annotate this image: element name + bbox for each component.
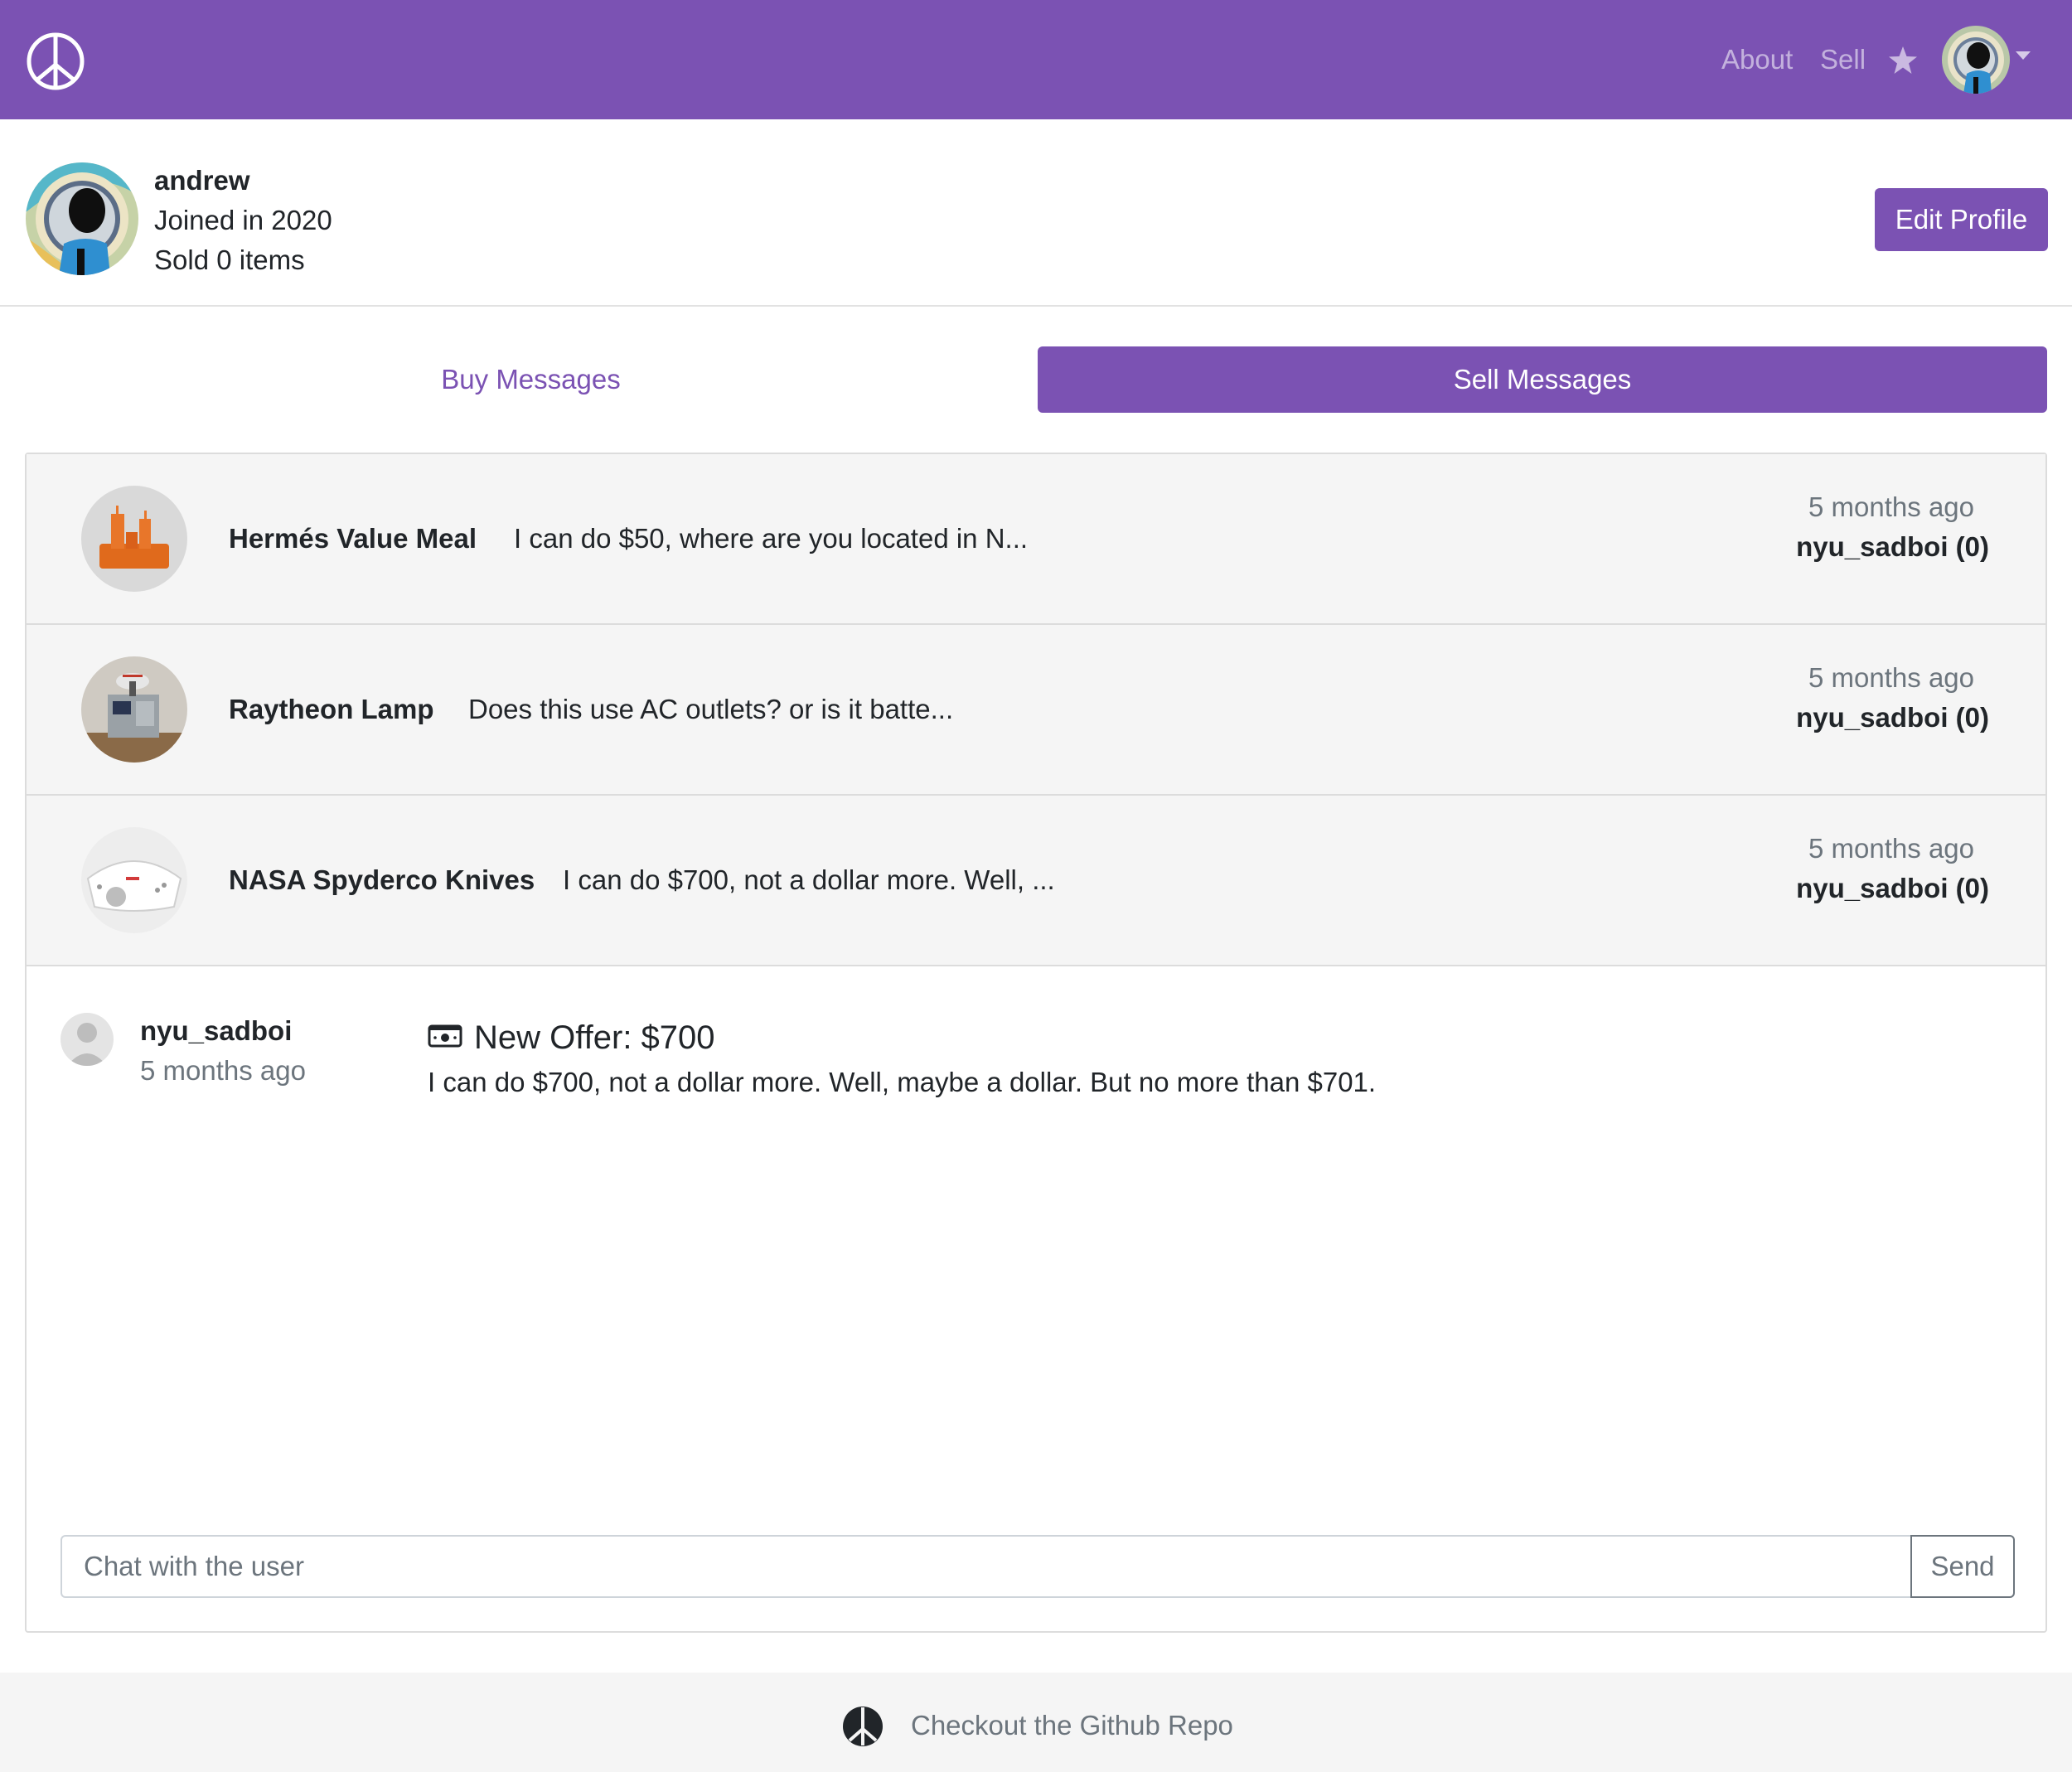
tab-buy-messages[interactable]: Buy Messages (26, 346, 1036, 413)
money-bill-icon (428, 1024, 462, 1048)
message-sender: nyu_sadboi (140, 1015, 293, 1046)
profile-joined: Joined in 2020 (154, 205, 332, 235)
conversation-item[interactable]: Raytheon Lamp Does this use AC outlets? … (27, 625, 2045, 796)
nav-link-sell[interactable]: Sell (1820, 43, 1866, 76)
offer-title: New Offer: $700 (474, 1019, 715, 1056)
profile-header: andrew Joined in 2020 Sold 0 items Edit … (0, 119, 2072, 307)
conversation-time: 5 months ago (1808, 662, 1974, 693)
send-button[interactable]: Send (1910, 1535, 2015, 1598)
conversation-item-title: NASA Spyderco Knives (229, 864, 535, 895)
github-repo-link[interactable]: Checkout the Github Repo (911, 1707, 1233, 1744)
avatar (61, 1013, 114, 1066)
profile-username: andrew (154, 165, 250, 196)
conversation-item[interactable]: Hermés Value Meal I can do $50, where ar… (27, 454, 2045, 625)
item-thumbnail (81, 486, 187, 592)
conversation-item-title: Hermés Value Meal (229, 523, 477, 554)
conversation-item[interactable]: NASA Spyderco Knives I can do $700, not … (27, 796, 2045, 966)
edit-profile-button[interactable]: Edit Profile (1875, 188, 2048, 251)
nav-link-about[interactable]: About (1721, 43, 1793, 76)
peace-sign-icon (843, 1707, 883, 1746)
footer: Checkout the Github Repo (0, 1673, 2072, 1772)
conversation-preview: I can do $50, where are you located in N… (514, 523, 1029, 554)
item-thumbnail (81, 827, 187, 933)
conversation-user: nyu_sadboi (0) (1796, 873, 1989, 903)
item-thumbnail (81, 656, 187, 763)
message-text: I can do $700, not a dollar more. Well, … (428, 1067, 1377, 1097)
conversation-user: nyu_sadboi (0) (1796, 531, 1989, 562)
profile-sold-count: Sold 0 items (154, 244, 305, 275)
tab-sell-messages[interactable]: Sell Messages (1038, 346, 2047, 413)
conversation-user: nyu_sadboi (0) (1796, 702, 1989, 733)
chevron-down-icon[interactable] (2016, 51, 2031, 60)
messages-panel: Hermés Value Meal I can do $50, where ar… (25, 453, 2047, 1633)
chat-input[interactable] (61, 1535, 1914, 1598)
conversation-item-title: Raytheon Lamp (229, 694, 434, 724)
conversation-preview: Does this use AC outlets? or is it batte… (468, 694, 954, 724)
navbar: About Sell (0, 0, 2072, 119)
star-icon[interactable] (1888, 46, 1918, 75)
conversation-preview: I can do $700, not a dollar more. Well, … (563, 864, 1055, 895)
user-menu-avatar[interactable] (1942, 26, 2010, 94)
conversation-time: 5 months ago (1808, 491, 1974, 522)
message-time: 5 months ago (140, 1055, 306, 1086)
conversation-time: 5 months ago (1808, 833, 1974, 864)
peace-sign-icon[interactable] (26, 31, 85, 91)
profile-avatar (26, 162, 138, 275)
